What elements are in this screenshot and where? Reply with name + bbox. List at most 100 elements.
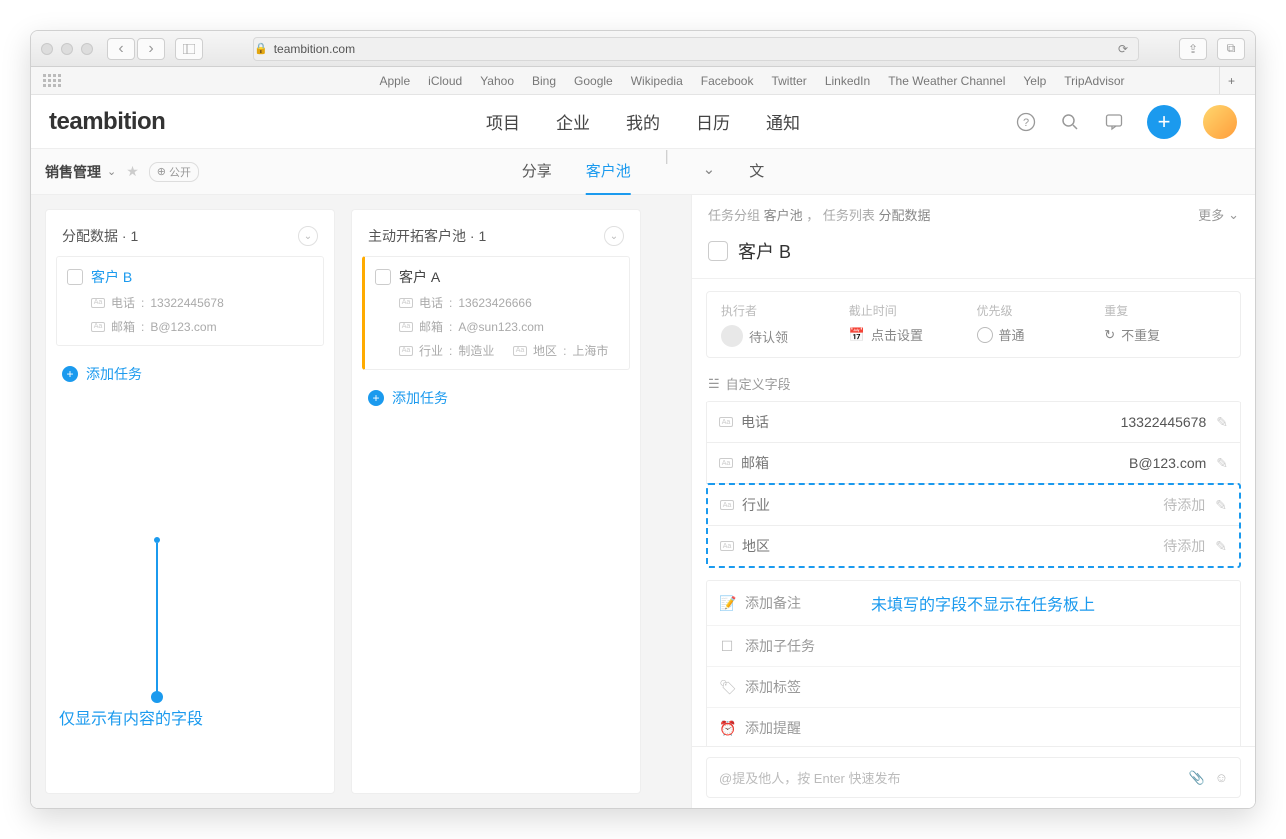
add-reminder-button[interactable]: ⏰添加提醒 bbox=[707, 708, 1240, 746]
nav-calendar[interactable]: 日历 bbox=[696, 109, 730, 134]
tab-file[interactable]: 文 bbox=[749, 148, 764, 196]
task-card[interactable]: 客户 A Aa电话: 13623426666 Aa邮箱: A@sun123.co… bbox=[362, 256, 630, 370]
comment-input[interactable]: @提及他人，按 Enter 快速发布 📎 ☺ bbox=[706, 757, 1241, 798]
edit-icon[interactable]: ✎ bbox=[1215, 538, 1227, 555]
url-bar[interactable]: 🔒 teambition.com ⟳ bbox=[253, 37, 1139, 61]
plus-icon: + bbox=[62, 366, 78, 382]
column-title: 分配数据 · 1 bbox=[62, 226, 138, 246]
column-menu-icon[interactable]: ⌄ bbox=[298, 226, 318, 246]
tab-share[interactable]: 分享 bbox=[522, 148, 552, 196]
chevron-down-icon: ⌄ bbox=[1228, 207, 1239, 223]
fav-link[interactable]: Wikipedia bbox=[631, 74, 683, 88]
nav-enterprise[interactable]: 企业 bbox=[556, 109, 590, 134]
annotation-line bbox=[156, 543, 158, 698]
create-button[interactable]: + bbox=[1147, 105, 1181, 139]
add-task-button[interactable]: + 添加任务 bbox=[362, 380, 630, 416]
custom-field-region[interactable]: Aa地区 待添加 ✎ bbox=[708, 526, 1239, 566]
nav-notifications[interactable]: 通知 bbox=[766, 109, 800, 134]
attach-icon[interactable]: 📎 bbox=[1189, 770, 1205, 786]
fav-link[interactable]: iCloud bbox=[428, 74, 462, 88]
fav-link[interactable]: Twitter bbox=[771, 74, 806, 88]
project-name: 销售管理 bbox=[45, 162, 101, 182]
sidebar-toggle[interactable] bbox=[175, 38, 203, 60]
new-tab-button[interactable]: + bbox=[1219, 67, 1243, 94]
field-icon: Aa bbox=[399, 346, 413, 356]
executor-field[interactable]: 执行者 待认领 bbox=[721, 302, 843, 347]
avatar-icon bbox=[721, 325, 743, 347]
calendar-icon: 📅 bbox=[849, 327, 865, 343]
fav-link[interactable]: Yahoo bbox=[480, 74, 514, 88]
repeat-field[interactable]: 重复 ↻不重复 bbox=[1104, 302, 1226, 347]
chevron-down-icon: ⌄ bbox=[107, 165, 116, 178]
more-menu[interactable]: 更多 ⌄ bbox=[1198, 205, 1239, 224]
visibility-badge[interactable]: ⊕公开 bbox=[149, 162, 199, 182]
add-subtask-button[interactable]: ☐添加子任务 bbox=[707, 626, 1240, 667]
task-complete-checkbox[interactable] bbox=[708, 241, 728, 261]
custom-field-email[interactable]: Aa邮箱 B@123.com ✎ bbox=[706, 443, 1241, 484]
fav-link[interactable]: Yelp bbox=[1023, 74, 1046, 88]
user-avatar[interactable] bbox=[1203, 105, 1237, 139]
fav-link[interactable]: Facebook bbox=[701, 74, 754, 88]
forward-button[interactable]: › bbox=[137, 38, 165, 60]
kanban-board: 分配数据 · 1 ⌄ 客户 B Aa电话: 13322445678 Aa邮箱: … bbox=[31, 195, 691, 808]
fav-link[interactable]: LinkedIn bbox=[825, 74, 870, 88]
url-text: teambition.com bbox=[274, 42, 355, 56]
svg-text:?: ? bbox=[1023, 117, 1029, 129]
maximize-dot[interactable] bbox=[81, 43, 93, 55]
column-title: 主动开拓客户池 · 1 bbox=[368, 226, 486, 246]
column-menu-icon[interactable]: ⌄ bbox=[604, 226, 624, 246]
add-task-button[interactable]: + 添加任务 bbox=[56, 356, 324, 392]
clock-icon: ⏰ bbox=[719, 720, 735, 737]
back-button[interactable]: ‹ bbox=[107, 38, 135, 60]
empty-fields-highlight: Aa行业 待添加 ✎ Aa地区 待添加 ✎ bbox=[706, 483, 1241, 568]
custom-field-phone[interactable]: Aa电话 13322445678 ✎ bbox=[706, 402, 1241, 443]
traffic-lights bbox=[41, 43, 93, 55]
custom-field-industry[interactable]: Aa行业 待添加 ✎ bbox=[708, 485, 1239, 526]
task-checkbox[interactable] bbox=[375, 269, 391, 285]
star-icon[interactable]: ★ bbox=[126, 163, 139, 180]
share-button[interactable]: ⇪ bbox=[1179, 38, 1207, 60]
due-field[interactable]: 截止时间 📅点击设置 bbox=[849, 302, 971, 347]
add-tag-button[interactable]: 🏷添加标签 bbox=[707, 667, 1240, 708]
task-card[interactable]: 客户 B Aa电话: 13322445678 Aa邮箱: B@123.com bbox=[56, 256, 324, 346]
fav-link[interactable]: Google bbox=[574, 74, 613, 88]
task-meta: 执行者 待认领 截止时间 📅点击设置 优先级 普通 重复 bbox=[706, 291, 1241, 358]
help-icon[interactable]: ? bbox=[1015, 111, 1037, 133]
detail-breadcrumb: 任务分组 客户池 ， 任务列表 分配数据 bbox=[708, 205, 931, 224]
search-icon[interactable] bbox=[1059, 111, 1081, 133]
nav-projects[interactable]: 项目 bbox=[486, 109, 520, 134]
fav-link[interactable]: The Weather Channel bbox=[888, 74, 1005, 88]
field-icon: Aa bbox=[719, 417, 733, 427]
tag-icon: 🏷 bbox=[719, 679, 735, 696]
comment-composer: @提及他人，按 Enter 快速发布 📎 ☺ bbox=[692, 746, 1255, 808]
priority-icon bbox=[977, 327, 993, 343]
favorites-grid-icon[interactable] bbox=[43, 74, 67, 87]
detail-title: 客户 B bbox=[738, 238, 791, 264]
edit-icon[interactable]: ✎ bbox=[1216, 455, 1228, 472]
project-subheader: 销售管理 ⌄ ★ ⊕公开 分享 客户池 | ⌄ 文 bbox=[31, 149, 1255, 195]
field-icon: Aa bbox=[91, 322, 105, 332]
app-header: teambition 项目 企业 我的 日历 通知 ? + bbox=[31, 95, 1255, 149]
edit-icon[interactable]: ✎ bbox=[1216, 414, 1228, 431]
reload-icon[interactable]: ⟳ bbox=[1118, 42, 1128, 56]
add-note-button[interactable]: 📝添加备注 未填写的字段不显示在任务板上 bbox=[707, 581, 1240, 626]
emoji-icon[interactable]: ☺ bbox=[1215, 770, 1228, 786]
nav-mine[interactable]: 我的 bbox=[626, 109, 660, 134]
breadcrumb[interactable]: 销售管理 ⌄ bbox=[45, 162, 116, 182]
chat-icon[interactable] bbox=[1103, 111, 1125, 133]
annotation-text: 仅显示有内容的字段 bbox=[59, 705, 203, 729]
fav-link[interactable]: Bing bbox=[532, 74, 556, 88]
close-dot[interactable] bbox=[41, 43, 53, 55]
tabs-button[interactable]: ⧉ bbox=[1217, 38, 1245, 60]
plus-icon: + bbox=[368, 390, 384, 406]
tab-pool[interactable]: 客户池 bbox=[586, 148, 631, 196]
logo: teambition bbox=[49, 108, 165, 136]
minimize-dot[interactable] bbox=[61, 43, 73, 55]
edit-icon[interactable]: ✎ bbox=[1215, 497, 1227, 514]
task-checkbox[interactable] bbox=[67, 269, 83, 285]
priority-field[interactable]: 优先级 普通 bbox=[977, 302, 1099, 347]
note-icon: 📝 bbox=[719, 595, 735, 612]
fav-link[interactable]: TripAdvisor bbox=[1064, 74, 1124, 88]
tab-dropdown[interactable]: ⌄ bbox=[703, 148, 716, 196]
fav-link[interactable]: Apple bbox=[379, 74, 410, 88]
